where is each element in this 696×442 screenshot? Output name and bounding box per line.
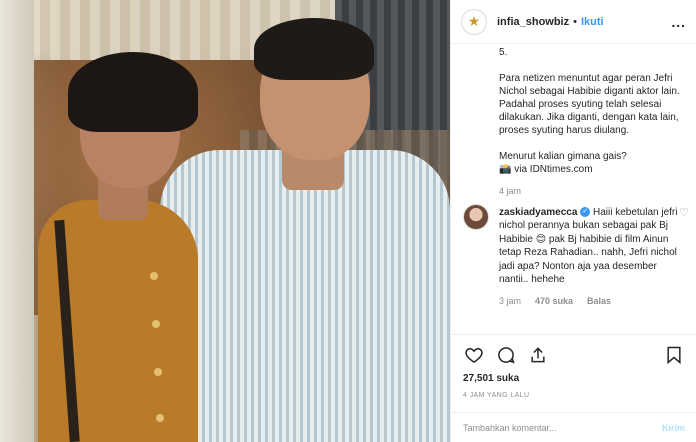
likes-count[interactable]: 27,501 suka [463,373,685,384]
caption-source: 📸 via IDNtimes.com [499,164,593,175]
comment-username[interactable]: zaskiadyamecca [499,207,577,218]
heart-icon[interactable] [463,344,485,366]
header-separator: • [573,15,577,28]
comment-heart-icon[interactable]: ♡ [679,206,689,219]
post-sidebar: ★ infia_showbiz • Ikuti ... 5. Para neti… [450,0,696,442]
caption-timestamp[interactable]: 4 jam [499,186,683,196]
caption-question: Menurut kalian gimana gais? [499,151,627,162]
star-logo-icon[interactable]: ★ [461,8,487,35]
add-comment-bar: Kirim [451,412,696,442]
post-actions: 27,501 suka 4 JAM YANG LALU [451,334,696,399]
photo-man-hair [254,18,374,80]
photo-shirt-button [154,368,162,376]
comment-body: zaskiadyamecca ✓ Haiii kebetulan jefri n… [499,206,683,286]
commenter-avatar[interactable] [463,204,489,230]
verified-icon: ✓ [580,207,591,218]
photo-woman-hair [68,52,198,132]
photo-shirt-button [156,414,164,422]
comment-meta: 3 jam 470 suka Balas [499,296,683,306]
comments-list[interactable]: 5. Para netizen menuntut agar peran Jefr… [451,44,696,334]
reply-button[interactable]: Balas [587,296,611,306]
caption-paragraph: Para netizen menuntut agar peran Jefri N… [499,73,680,136]
caption-number: 5. [499,47,508,58]
photo-shirt-button [150,272,158,280]
comment-text: Haiii kebetulan jefri nichol perannya bu… [499,207,678,286]
share-icon[interactable] [527,344,549,366]
post-timestamp[interactable]: 4 JAM YANG LALU [463,392,685,399]
comment-likes[interactable]: 470 suka [535,296,573,306]
post-photo[interactable] [0,0,450,442]
post-username[interactable]: infia_showbiz [497,16,569,28]
action-icons [463,343,685,367]
bookmark-icon[interactable] [663,344,685,366]
photo-bg-wall [0,0,34,442]
instagram-post: ★ infia_showbiz • Ikuti ... 5. Para neti… [0,0,696,442]
more-options-button[interactable]: ... [671,14,686,30]
comment-time[interactable]: 3 jam [499,296,521,306]
follow-button[interactable]: Ikuti [581,16,604,28]
comment-input[interactable] [463,422,662,433]
post-header: ★ infia_showbiz • Ikuti ... [451,0,696,44]
photo-shirt-button [152,320,160,328]
photo-man-shirt [160,150,450,442]
send-comment-button[interactable]: Kirim [662,423,685,433]
comment-icon[interactable] [495,344,517,366]
comment-item: zaskiadyamecca ✓ Haiii kebetulan jefri n… [463,204,689,306]
